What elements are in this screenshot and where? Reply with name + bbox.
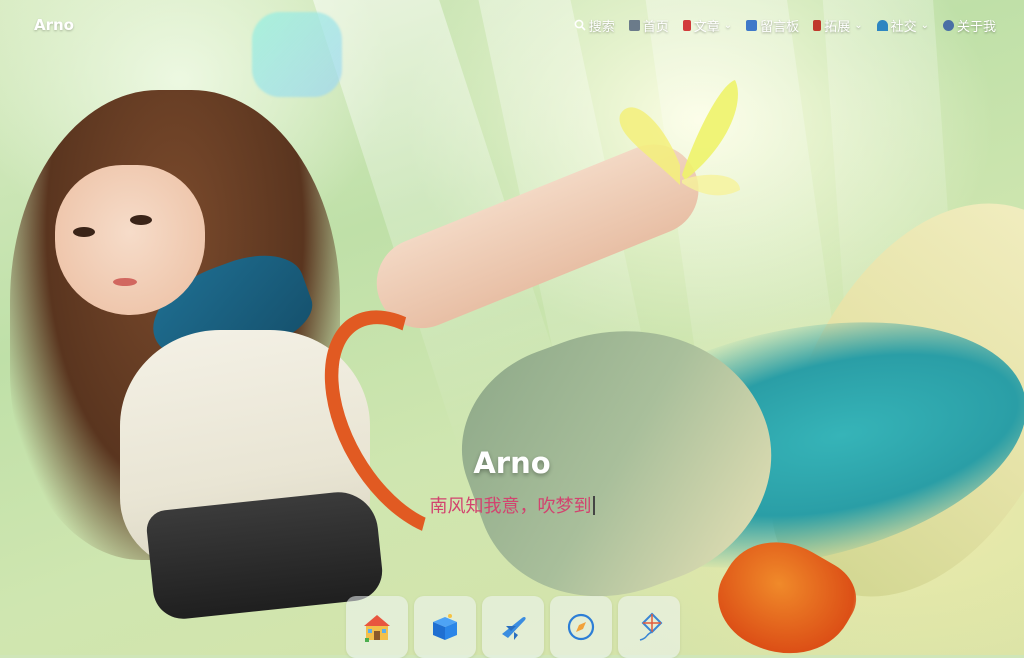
nav-item-message-board[interactable]: 留言板 [746, 16, 799, 35]
typing-caret [592, 496, 595, 515]
chevron-down-icon: ⌄ [920, 19, 929, 31]
nav-item-label: 关于我 [956, 19, 996, 35]
search-icon [574, 19, 586, 31]
dock-kite-button[interactable] [618, 596, 680, 658]
nav-menu: 搜索 首页 文章 ⌄ 留言板 拓展 ⌄ 社交 ⌄ 关于我 [574, 16, 996, 35]
nav-item-label: 搜索 [588, 19, 615, 35]
house-icon [364, 615, 390, 642]
dock-box-button[interactable] [414, 596, 476, 658]
airplane-icon [502, 616, 526, 640]
chevron-down-icon: ⌄ [854, 19, 863, 31]
nav-item-about[interactable]: 关于我 [942, 16, 996, 35]
nav-item-extensions[interactable]: 拓展 ⌄ [813, 16, 863, 35]
nav-item-label: 拓展 [824, 19, 851, 35]
home-icon [628, 19, 640, 31]
compass-icon [567, 613, 595, 641]
kite-icon [639, 612, 663, 641]
message-board-icon [746, 19, 758, 31]
nav-item-social[interactable]: 社交 ⌄ [876, 16, 929, 35]
chevron-down-icon: ⌄ [723, 19, 733, 31]
extension-icon [813, 19, 822, 31]
nav-item-label: 社交 [890, 19, 917, 35]
social-icon [876, 19, 888, 31]
hero-background [0, 0, 1024, 655]
nav-item-home[interactable]: 首页 [628, 16, 669, 35]
bottom-dock [346, 596, 680, 658]
nav-item-search[interactable]: 搜索 [574, 16, 615, 35]
dock-travel-button[interactable] [482, 596, 544, 658]
hero-subtitle: 南风知我意，吹梦到 [429, 496, 592, 517]
box-icon [433, 614, 457, 640]
nav-item-label: 首页 [642, 19, 669, 35]
dock-compass-button[interactable] [550, 596, 612, 658]
about-icon [942, 19, 954, 31]
hero-title: Arno [473, 446, 551, 480]
nav-item-label: 文章 [693, 19, 720, 35]
dock-home-button[interactable] [346, 596, 408, 658]
site-brand[interactable]: Arno [34, 16, 74, 34]
top-nav: Arno 搜索 首页 文章 ⌄ 留言板 拓展 ⌄ 社交 ⌄ 关于我 [0, 0, 1024, 50]
nav-item-label: 留言板 [760, 19, 800, 35]
hero-subtitle-wrap: 南风知我意，吹梦到 [0, 492, 1024, 518]
nav-item-articles[interactable]: 文章 ⌄ [682, 16, 733, 35]
article-icon [682, 19, 691, 31]
